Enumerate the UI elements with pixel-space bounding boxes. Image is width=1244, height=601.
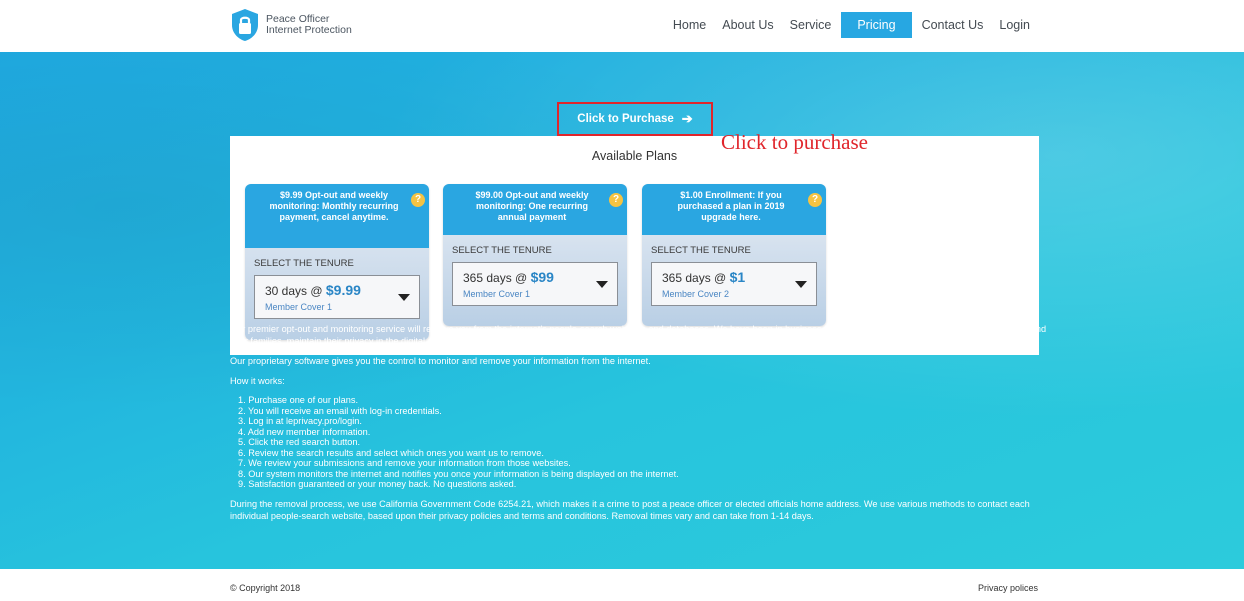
list-item: 1. Purchase one of our plans. [238,395,359,405]
tenure-label: SELECT THE TENURE [452,245,552,256]
member-cover: Member Cover 2 [662,289,730,299]
list-item: 3. Log in at leprivacy.pro/login. [238,416,362,426]
pricing-section: Click to Purchase ➔ Available Plans $9.9… [0,52,1244,569]
service-description: Our premier opt-out and monitoring servi… [230,323,1050,530]
list-item: 4. Add new member information. [238,426,371,437]
nav-home[interactable]: Home [673,12,706,38]
chevron-down-icon [596,281,608,288]
plan-card-monthly: $9.99 Opt-out and weekly monitoring: Mon… [245,184,429,340]
list-item: 9. Satisfaction guaranteed or your money… [238,479,517,489]
list-item: 8. Our system monitors the internet and … [238,468,679,479]
plan-description: $99.00 Opt-out and weekly monitoring: On… [475,190,589,222]
how-it-works-title: How it works: [230,376,285,386]
click-to-purchase-button[interactable]: Click to Purchase ➔ [557,102,713,136]
logo-text: Peace Officer Internet Protection [266,14,352,36]
steps-list: 1. Purchase one of our plans. 2. You wil… [238,395,1050,490]
tenure-price: $9.99 [325,282,361,298]
arrow-right-icon: ➔ [681,111,693,126]
tenure-option: 365 days @ $99 [463,269,554,285]
plan-card-header: $1.00 Enrollment: If you purchased a pla… [642,184,826,235]
removal-paragraph: During the removal process, we use Calif… [230,498,1030,521]
member-cover: Member Cover 1 [463,289,531,299]
nav-about-us[interactable]: About Us [722,12,773,38]
purchase-button-label: Click to Purchase [577,113,674,125]
plan-card-header: $99.00 Opt-out and weekly monitoring: On… [443,184,627,235]
list-item: 6. Review the search results and select … [238,447,544,458]
chevron-down-icon [398,294,410,301]
shield-lock-icon [232,9,258,41]
site-footer: © Copyright 2018 Privacy polices [0,569,1244,601]
tenure-price: $1 [729,269,746,285]
plan-card-header: $9.99 Opt-out and weekly monitoring: Mon… [245,184,429,248]
plans-title: Available Plans [591,149,678,163]
purchase-annotation: Click to purchase [721,130,868,154]
help-icon[interactable]: ? [609,193,623,207]
nav-contact-us[interactable]: Contact Us [922,12,984,38]
list-item: 7. We review your submissions and remove… [238,458,571,468]
site-header: Peace Officer Internet Protection Home A… [0,0,1244,52]
software-paragraph: Our proprietary software gives you the c… [230,356,651,366]
chevron-down-icon [795,281,807,288]
tenure-duration: 30 days @ [265,284,323,298]
tenure-option: 365 days @ $1 [662,269,745,285]
tenure-label: SELECT THE TENURE [254,258,354,269]
privacy-policy-link[interactable]: Privacy polices [978,583,1038,593]
plan-card-enrollment: $1.00 Enrollment: If you purchased a pla… [642,184,826,326]
tenure-duration: 365 days @ [463,271,528,285]
main-nav: Home About Us Service Pricing Contact Us… [657,12,1030,38]
plan-description: $1.00 Enrollment: If you purchased a pla… [677,190,785,222]
copyright-text: © Copyright 2018 [230,583,301,593]
tenure-option: 30 days @ $9.99 [265,282,361,298]
tenure-select[interactable]: 365 days @ $1 Member Cover 2 [651,262,817,306]
tenure-duration: 365 days @ [662,271,727,285]
nav-pricing[interactable]: Pricing [841,12,912,38]
help-icon[interactable]: ? [808,193,822,207]
member-cover: Member Cover 1 [265,302,333,312]
list-item: 5. Click the red search button. [238,437,361,447]
nav-service[interactable]: Service [790,12,832,38]
help-icon[interactable]: ? [411,193,425,207]
tenure-select[interactable]: 365 days @ $99 Member Cover 1 [452,262,618,306]
site-logo[interactable]: Peace Officer Internet Protection [230,8,352,42]
list-item: 2. You will receive an email with log-in… [238,405,442,416]
plan-card-annual: $99.00 Opt-out and weekly monitoring: On… [443,184,627,326]
tenure-price: $99 [530,269,554,285]
tenure-select[interactable]: 30 days @ $9.99 Member Cover 1 [254,275,420,319]
intro-paragraph: Our premier opt-out and monitoring servi… [230,324,1047,346]
nav-login[interactable]: Login [999,12,1030,38]
plan-description: $9.99 Opt-out and weekly monitoring: Mon… [269,190,399,222]
tenure-label: SELECT THE TENURE [651,245,751,256]
logo-line2: Internet Protection [266,24,352,36]
